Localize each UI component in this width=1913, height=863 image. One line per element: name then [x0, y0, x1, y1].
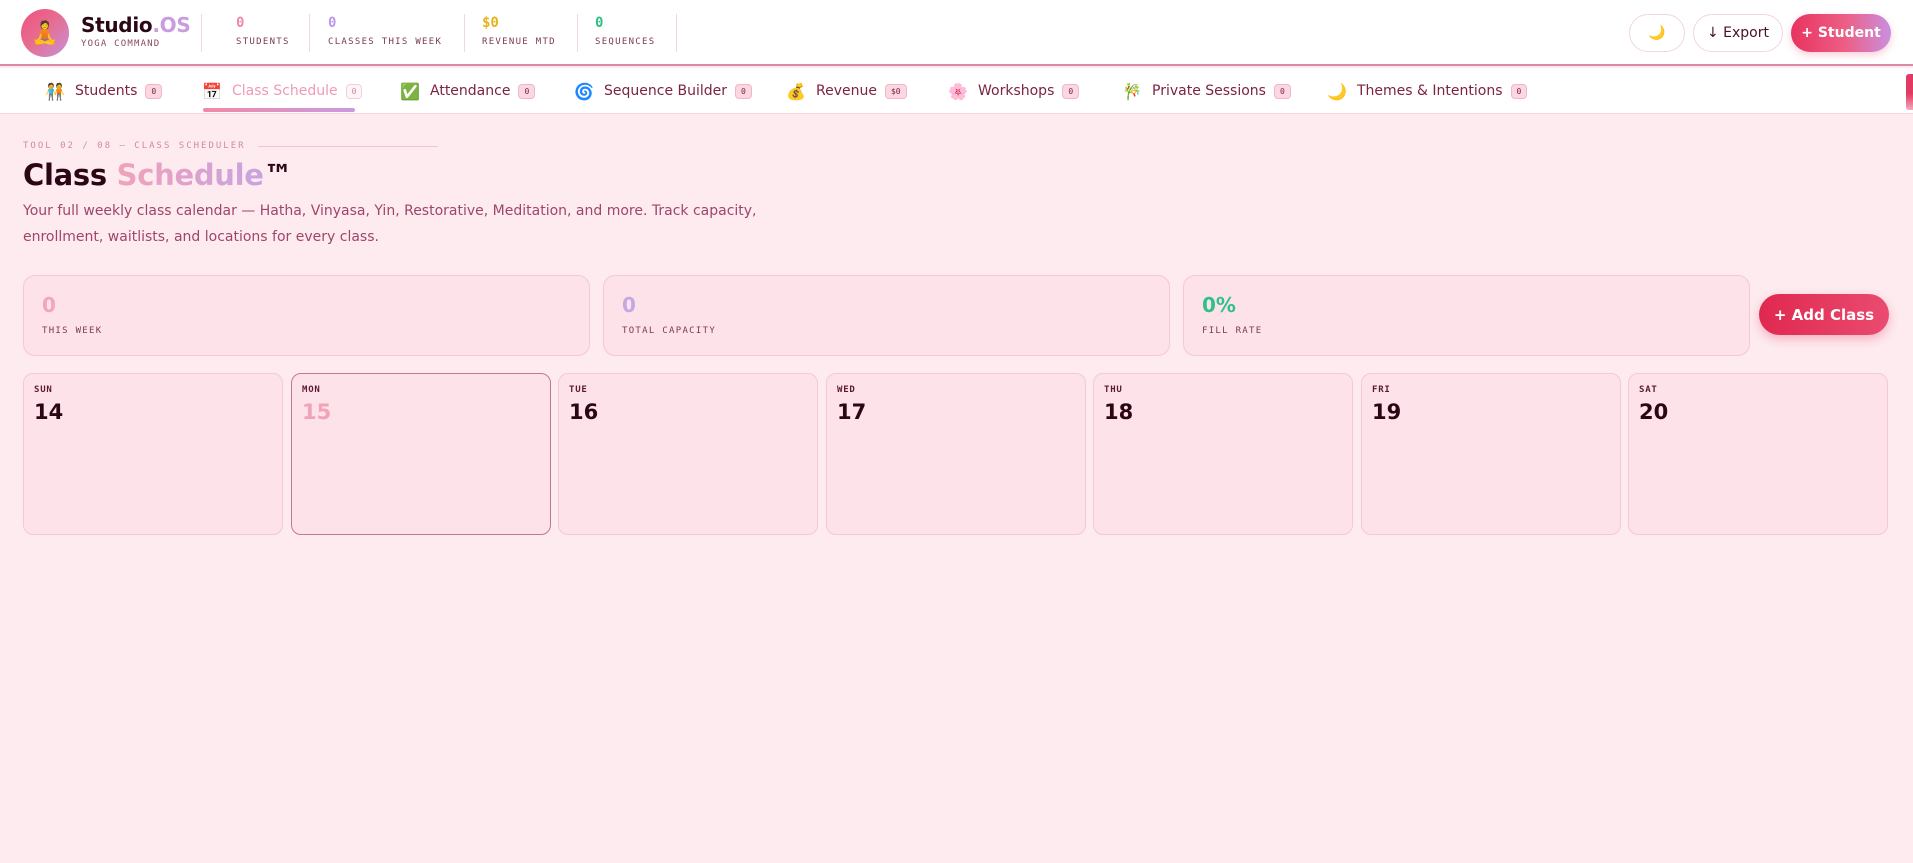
stat-card-label: TOTAL CAPACITY	[622, 326, 717, 336]
header-divider	[464, 14, 465, 52]
day-name: THU	[1104, 385, 1123, 395]
students-icon: 🧑‍🤝‍🧑	[45, 81, 65, 101]
page-description: Your full weekly class calendar — Hatha,…	[23, 203, 757, 245]
moon-icon: 🌙	[1327, 81, 1347, 101]
tab-count-badge: 0	[518, 83, 536, 99]
tab-label: Attendance	[430, 83, 511, 99]
header-divider	[201, 14, 202, 52]
brand: Studio.OS YOGA COMMAND	[81, 13, 191, 49]
export-button[interactable]: ↓ Export	[1693, 14, 1783, 52]
day-card-mon[interactable]: MON 15	[291, 373, 551, 535]
stat-card-label: FILL RATE	[1202, 326, 1263, 336]
theme-toggle-button[interactable]: 🌙	[1629, 14, 1685, 52]
money-bag-icon: 💰	[786, 81, 806, 101]
day-number: 16	[569, 400, 599, 424]
stat-card-label: THIS WEEK	[42, 326, 103, 336]
day-number: 14	[34, 400, 64, 424]
stat-card-value: 0	[622, 293, 636, 317]
header-divider	[309, 14, 310, 52]
active-tab-indicator	[203, 108, 355, 112]
header-divider	[676, 14, 677, 52]
checkmark-icon: ✅	[400, 81, 420, 101]
app-header: 🧘 Studio.OS YOGA COMMAND 0 STUDENTS 0 CL…	[0, 0, 1913, 66]
day-number: 15	[302, 400, 332, 424]
brand-subtitle: YOGA COMMAND	[81, 39, 161, 49]
tool-eyebrow: TOOL 02 / 08 — CLASS SCHEDULER	[23, 141, 438, 151]
stat-sequences: 0 SEQUENCES	[595, 15, 656, 47]
tab-count-badge: 0	[735, 83, 752, 99]
day-card-thu[interactable]: THU 18	[1093, 373, 1353, 535]
tab-count-badge: 0	[1062, 83, 1080, 99]
day-name: WED	[837, 385, 856, 395]
tab-sequence-builder[interactable]: 🌀 Sequence Builder 0	[574, 68, 752, 114]
day-card-tue[interactable]: TUE 16	[558, 373, 818, 535]
tab-count-badge: $0	[884, 83, 907, 99]
day-name: SUN	[34, 385, 53, 395]
tab-count-badge: 0	[1510, 83, 1528, 99]
tab-label: Revenue	[816, 83, 877, 99]
spiral-icon: 🌀	[574, 81, 594, 101]
add-class-button[interactable]: + Add Class	[1759, 294, 1889, 335]
day-number: 17	[837, 400, 867, 424]
flower-icon: 🌸	[948, 81, 968, 101]
tabs-scrollbar[interactable]	[1906, 74, 1913, 110]
day-card-sat[interactable]: SAT 20	[1628, 373, 1888, 535]
tab-count-badge: 0	[145, 83, 163, 99]
day-name: FRI	[1372, 385, 1391, 395]
tab-students[interactable]: 🧑‍🤝‍🧑 Students 0	[45, 68, 163, 114]
stat-classes-this-week: 0 CLASSES THIS WEEK	[328, 15, 443, 47]
moon-icon: 🌙	[1648, 25, 1666, 41]
tool-tabs: 🧑‍🤝‍🧑 Students 0 📅 Class Schedule 0 ✅ At…	[0, 68, 1913, 114]
tab-private-sessions[interactable]: 🎋 Private Sessions 0	[1122, 68, 1291, 114]
brand-name: Studio.OS	[81, 13, 191, 37]
tab-label: Class Schedule	[232, 83, 338, 99]
stat-card-this-week: 0 THIS WEEK	[23, 275, 590, 356]
day-name: MON	[302, 385, 321, 395]
header-divider	[577, 14, 578, 52]
stat-card-value: 0%	[1202, 293, 1236, 317]
tab-label: Themes & Intentions	[1357, 83, 1503, 99]
stat-card-fill-rate: 0% FILL RATE	[1183, 275, 1750, 356]
day-number: 20	[1639, 400, 1669, 424]
tab-workshops[interactable]: 🌸 Workshops 0	[948, 68, 1080, 114]
tab-themes-intentions[interactable]: 🌙 Themes & Intentions 0	[1327, 68, 1528, 114]
day-name: SAT	[1639, 385, 1658, 395]
day-number: 19	[1372, 400, 1402, 424]
stat-revenue-mtd: $0 REVENUE MTD	[482, 15, 556, 47]
yoga-logo-icon: 🧘	[21, 9, 69, 57]
day-name: TUE	[569, 385, 588, 395]
tab-attendance[interactable]: ✅ Attendance 0	[400, 68, 536, 114]
tab-revenue[interactable]: 💰 Revenue $0	[786, 68, 907, 114]
tab-count-badge: 0	[345, 83, 363, 99]
day-card-fri[interactable]: FRI 19	[1361, 373, 1621, 535]
add-student-button[interactable]: + Student	[1791, 14, 1891, 52]
calendar-icon: 📅	[202, 81, 222, 101]
day-card-sun[interactable]: SUN 14	[23, 373, 283, 535]
stat-students: 0 STUDENTS	[236, 15, 290, 47]
tab-count-badge: 0	[1273, 83, 1291, 99]
stat-card-total-capacity: 0 TOTAL CAPACITY	[603, 275, 1170, 356]
tab-label: Private Sessions	[1152, 83, 1266, 99]
tab-label: Sequence Builder	[604, 83, 728, 99]
tab-label: Students	[75, 83, 138, 99]
stat-card-value: 0	[42, 293, 56, 317]
tab-label: Workshops	[978, 83, 1055, 99]
day-number: 18	[1104, 400, 1134, 424]
bamboo-icon: 🎋	[1122, 81, 1142, 101]
page-title: Class Schedule™	[23, 158, 293, 192]
day-card-wed[interactable]: WED 17	[826, 373, 1086, 535]
